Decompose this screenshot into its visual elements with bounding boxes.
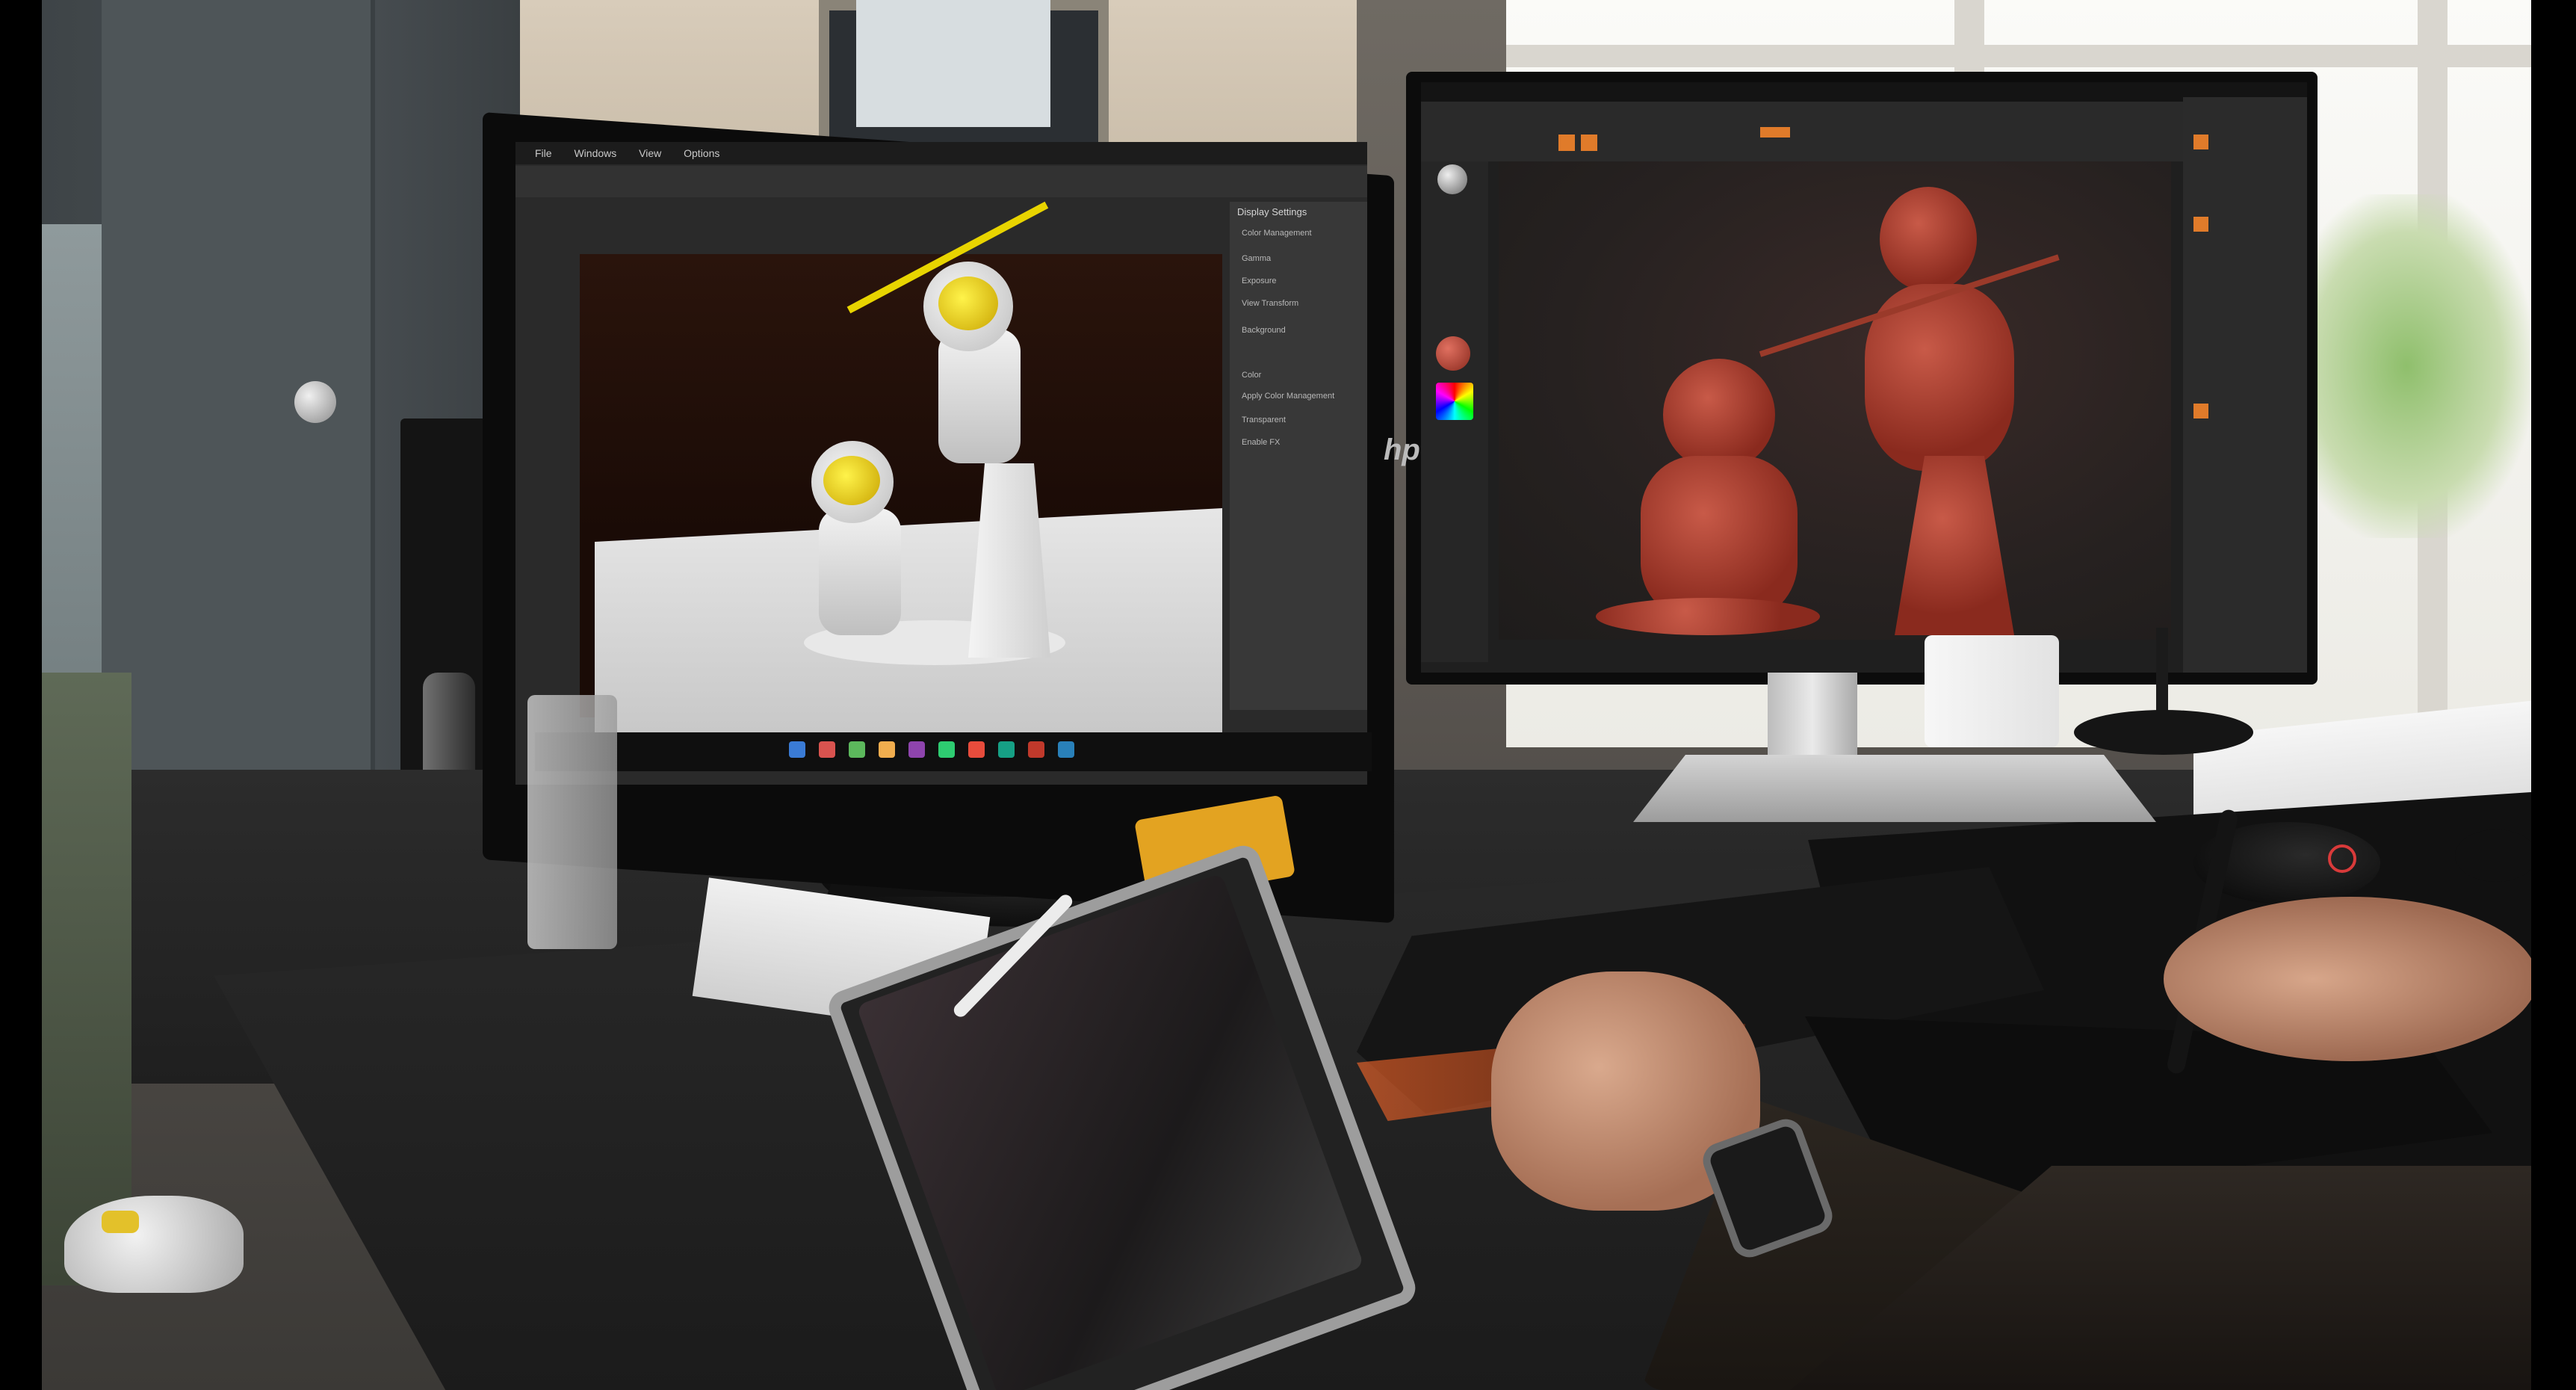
- zbrush-shelf-button[interactable]: [2193, 217, 2208, 232]
- taskbar-app-icon[interactable]: [879, 741, 895, 758]
- panel-label: Color Management: [1242, 229, 1312, 238]
- zbrush-canvas[interactable]: [1499, 161, 2171, 640]
- bottle: [527, 695, 617, 949]
- zbrush-shelf-button[interactable]: [2193, 135, 2208, 149]
- brush-sphere-icon[interactable]: [1437, 164, 1467, 194]
- taskbar-app-icon[interactable]: [819, 741, 835, 758]
- color-picker[interactable]: [1436, 383, 1473, 420]
- panel-label: View Transform: [1242, 299, 1299, 308]
- character-visor: [938, 277, 998, 330]
- sneaker: [64, 1196, 244, 1293]
- taskbar-app-icon[interactable]: [908, 741, 925, 758]
- person-leg: [42, 673, 131, 1285]
- panel-label: Transparent: [1242, 416, 1286, 424]
- hp-logo: hp: [1384, 433, 1420, 466]
- taskbar-app-icon[interactable]: [998, 741, 1015, 758]
- zbrush-shelf-button[interactable]: [2193, 404, 2208, 418]
- sneaker-accent: [102, 1211, 139, 1233]
- right-monitor-base: [1633, 755, 2156, 822]
- zbrush-toolbar: [1421, 102, 2307, 161]
- character-visor: [823, 456, 880, 505]
- menu-file[interactable]: File: [535, 147, 552, 159]
- zbrush-active-tool[interactable]: [1581, 135, 1597, 151]
- panel-label: Color: [1242, 371, 1262, 380]
- clay-head-standing: [1663, 359, 1775, 471]
- menu-options[interactable]: Options: [684, 147, 719, 159]
- taskbar-app-icon[interactable]: [849, 741, 865, 758]
- panel-label: Apply Color Management: [1242, 392, 1335, 401]
- clay-head-jumping: [1880, 187, 1977, 291]
- door-knob: [294, 381, 336, 423]
- clay-body-standing: [1641, 456, 1798, 620]
- material-ball-icon[interactable]: [1436, 336, 1470, 371]
- wifi-router: [1925, 635, 2059, 747]
- zbrush-slider-marker[interactable]: [1760, 127, 1790, 138]
- left-app-menubar: File Windows View Options: [515, 142, 1367, 164]
- lamp-base: [2074, 710, 2253, 755]
- panel-label: Background: [1242, 326, 1286, 335]
- taskbar-app-icon[interactable]: [789, 741, 805, 758]
- trees-outside: [2283, 194, 2530, 538]
- panel-label: Enable FX: [1242, 438, 1281, 447]
- taskbar-app-icon[interactable]: [938, 741, 955, 758]
- window-mullion: [1506, 45, 2531, 67]
- panel-label: Gamma: [1242, 254, 1272, 263]
- panel-title: Display Settings: [1237, 206, 1307, 217]
- left-app-toolbar: [515, 166, 1367, 197]
- zbrush-titlebar: [1421, 82, 2307, 102]
- menu-view[interactable]: View: [639, 147, 661, 159]
- menu-windows[interactable]: Windows: [574, 147, 616, 159]
- photo-scene: File Windows View Options Display Settin…: [42, 0, 2531, 1390]
- zbrush-active-tool[interactable]: [1558, 135, 1575, 151]
- panel-label: Exposure: [1242, 277, 1277, 285]
- mouse-logo-icon: [2328, 844, 2356, 873]
- right-hand: [2164, 897, 2531, 1061]
- second-mouse: [2455, 830, 2531, 882]
- framed-picture-content: [856, 0, 1050, 127]
- taskbar-app-icon[interactable]: [1058, 741, 1074, 758]
- taskbar-app-icon[interactable]: [968, 741, 985, 758]
- character-body-standing: [819, 508, 901, 635]
- zbrush-right-shelf: [2183, 97, 2307, 673]
- taskbar-app-icon[interactable]: [1028, 741, 1044, 758]
- clay-base: [1596, 598, 1820, 635]
